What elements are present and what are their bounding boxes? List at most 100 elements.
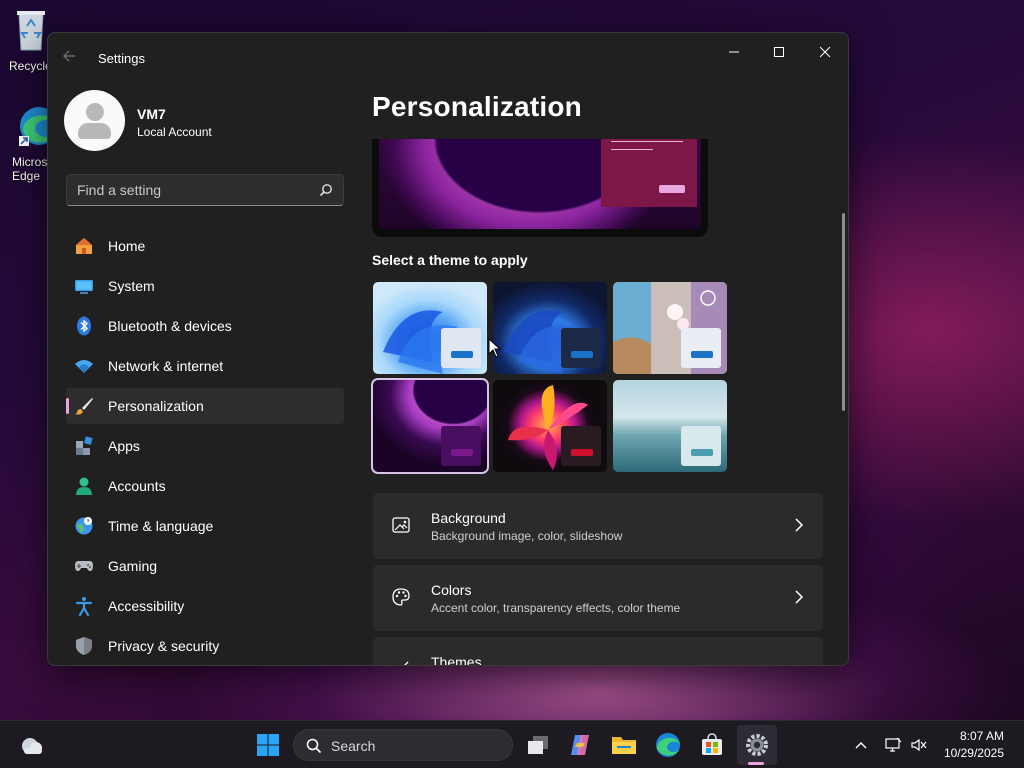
settings-taskbar-button[interactable] [741,729,773,761]
search-icon[interactable] [319,183,333,197]
home-icon [74,236,94,256]
chevron-right-icon [795,590,804,604]
back-arrow-icon [63,50,75,62]
search-input[interactable] [67,175,307,205]
nav-label: Network & internet [108,358,224,374]
apps-icon [74,436,94,456]
themes-setting[interactable]: Themes [373,637,823,666]
nav-menu: Home System Bluetooth & devices Network … [66,228,344,665]
theme-tile-glow[interactable] [371,378,489,474]
volume-button[interactable] [904,729,934,761]
file-explorer-icon [612,737,636,754]
nav-item-privacy[interactable]: Privacy & security [66,628,344,664]
nav-item-home[interactable]: Home [66,228,344,264]
window-title: Settings [98,51,145,66]
nav-label: Bluetooth & devices [108,318,232,334]
nav-label: Accessibility [108,598,185,614]
setting-title: Background [431,510,506,526]
setting-description: Accent color, transparency effects, colo… [431,601,681,615]
preview-wallpaper [379,139,701,229]
copilot-button[interactable] [564,729,596,761]
task-view-icon [528,736,548,754]
settings-icon [746,734,768,756]
theme-tile-captured-motion[interactable] [493,380,607,472]
avatar [64,90,125,151]
palette-icon [392,588,410,606]
edge-button[interactable] [652,729,684,761]
user-name: VM7 [137,106,166,122]
nav-label: System [108,278,155,294]
network-monitor-icon [885,737,902,752]
start-button[interactable] [252,729,284,761]
background-setting[interactable]: Background Background image, color, slid… [373,493,823,559]
theme-tile-flow[interactable] [613,380,727,472]
nav-label: Apps [108,438,140,454]
theme-tile-windows-light[interactable] [373,282,487,374]
volume-muted-icon [911,738,927,752]
nav-label: Gaming [108,558,158,574]
clock-time: 8:07 AM [959,729,1004,743]
shield-icon [74,636,94,656]
image-icon [392,517,410,533]
themes-section-label: Select a theme to apply [372,252,528,268]
file-explorer-button[interactable] [608,729,640,761]
theme-tile-windows-dark[interactable] [493,282,607,374]
taskbar-search[interactable]: Search [293,729,513,761]
nav-item-accounts[interactable]: Accounts [66,468,344,504]
system-icon [74,276,94,296]
active-app-indicator [748,762,764,765]
nav-item-gaming[interactable]: Gaming [66,548,344,584]
preview-window-mockup [601,139,697,207]
minimize-button[interactable] [711,37,757,67]
theme-preview [372,139,708,237]
nav-item-personalization[interactable]: Personalization [66,388,344,424]
accounts-icon [74,476,94,496]
account-type: Local Account [137,125,212,139]
desktop-icon-label-text: Micros Edge [12,155,48,183]
copilot-icon [571,735,589,755]
edge-icon [656,733,680,757]
theme-grid [371,282,728,474]
nav-item-time-language[interactable]: Time & language [66,508,344,544]
nav-item-system[interactable]: System [66,268,344,304]
chevron-right-icon [795,518,804,532]
close-icon [819,46,831,58]
title-bar[interactable]: Settings [48,33,848,81]
weather-widget[interactable] [16,729,48,761]
nav-item-apps[interactable]: Apps [66,428,344,464]
task-view-button[interactable] [522,729,554,761]
minimize-icon [729,51,739,53]
nav-item-accessibility[interactable]: Accessibility [66,588,344,624]
maximize-icon [774,47,784,57]
maximize-button[interactable] [756,37,802,67]
brush-icon [404,661,409,665]
accessibility-icon [74,596,94,616]
brush-icon [74,396,94,416]
recycle-bin-icon [17,11,45,51]
clock-date: 10/29/2025 [943,746,1004,760]
system-clock[interactable]: 8:07 AM 10/29/2025 [944,728,1004,762]
store-button[interactable] [696,729,728,761]
wifi-icon [74,356,94,376]
weather-cloud-icon [22,738,42,754]
gamepad-icon [74,556,94,576]
setting-title: Themes [431,654,482,666]
nav-item-network[interactable]: Network & internet [66,348,344,384]
search-icon [306,738,322,754]
nav-label: Privacy & security [108,638,220,654]
close-button[interactable] [802,37,848,67]
taskbar-search-label: Search [331,738,376,754]
colors-setting[interactable]: Colors Accent color, transparency effect… [373,565,823,631]
show-hidden-icons-button[interactable] [846,729,876,761]
back-button[interactable] [62,49,82,67]
nav-item-bluetooth[interactable]: Bluetooth & devices [66,308,344,344]
nav-label: Personalization [108,398,204,414]
setting-description: Background image, color, slideshow [431,529,623,543]
store-icon [702,733,722,755]
nav-label: Time & language [108,518,214,534]
theme-tile-spotlight[interactable] [613,282,727,374]
mouse-cursor-icon [488,338,502,358]
scrollbar-thumb[interactable] [842,213,845,411]
settings-window: Settings VM7 Local Account Home [47,32,849,666]
taskbar: Search 8:07 AM 10/29/2025 [0,720,1024,768]
